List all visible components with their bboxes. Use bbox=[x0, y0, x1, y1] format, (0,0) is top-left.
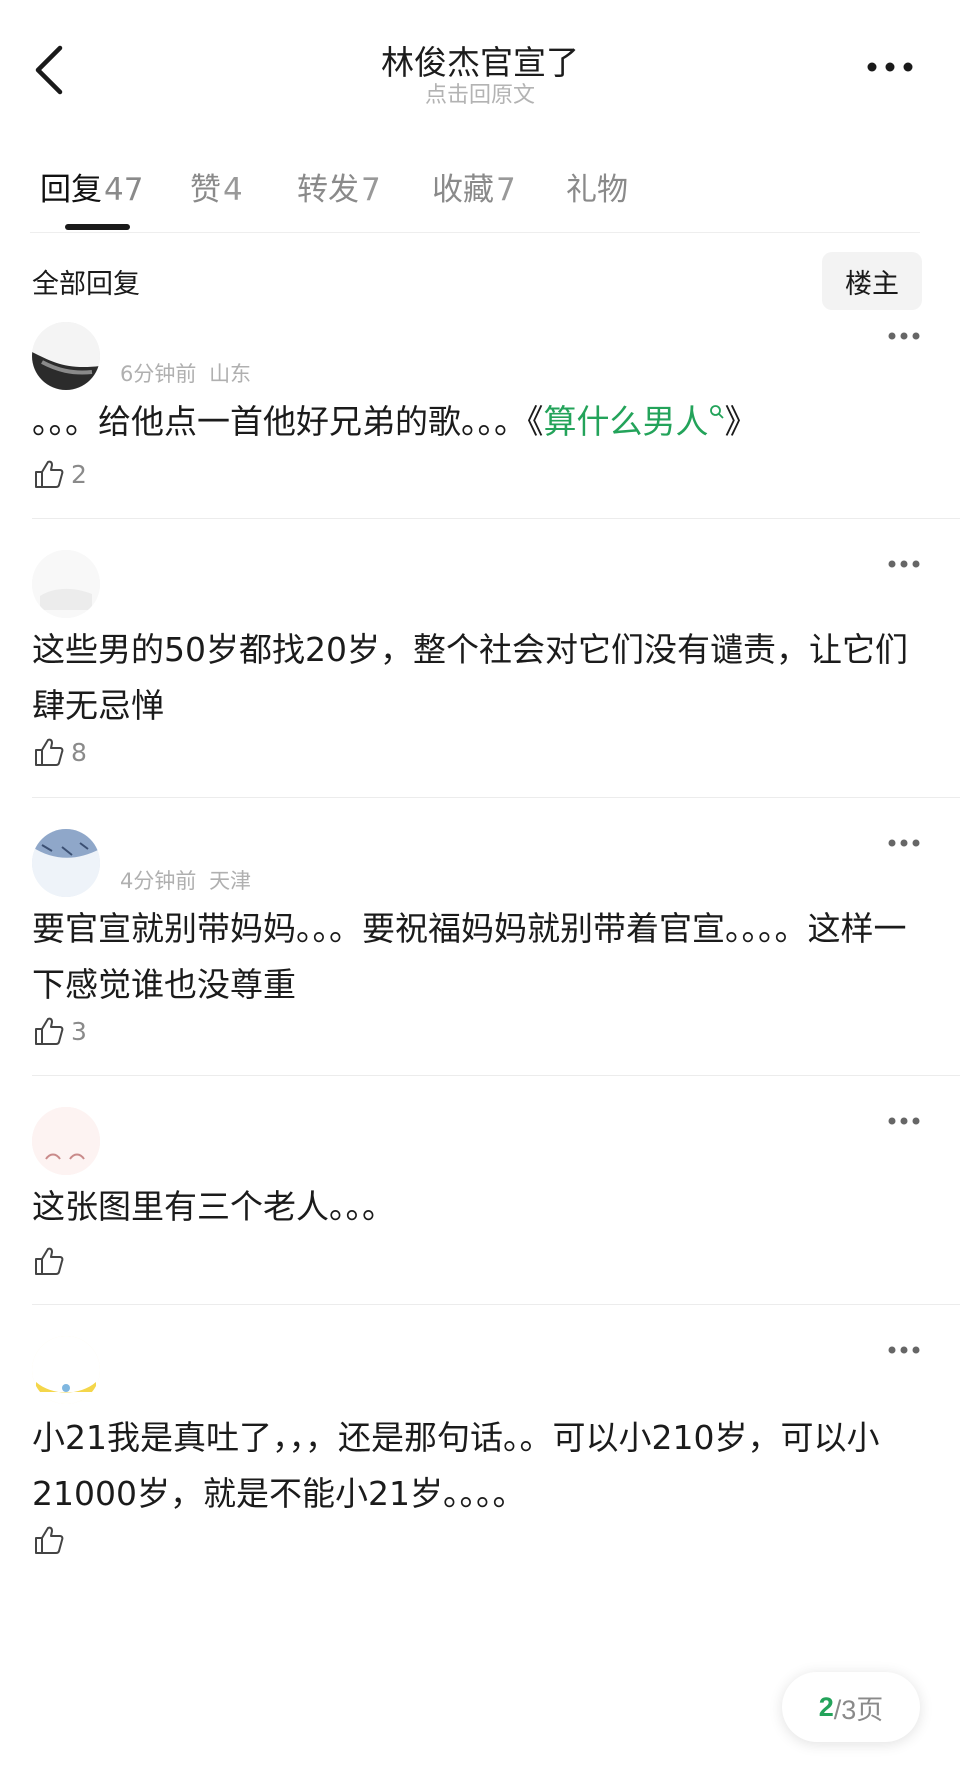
tab-count: 4 bbox=[223, 172, 243, 208]
comment-text[interactable]: 这张图里有三个老人。。。 bbox=[32, 1179, 912, 1235]
thumbs-up-icon bbox=[35, 1526, 64, 1554]
comment-more-icon[interactable] bbox=[886, 330, 922, 342]
comment-meta: 4分钟前 天津 bbox=[120, 865, 251, 895]
comment-time: 6分钟前 bbox=[120, 362, 197, 386]
comment-location: 山东 bbox=[209, 362, 252, 386]
tab-likes[interactable]: 赞4 bbox=[190, 164, 243, 209]
tab-count: 47 bbox=[104, 172, 144, 208]
comment-text[interactable]: 。。。给他点一首他好兄弟的歌。。。《算什么男人》 bbox=[32, 394, 912, 450]
comment-text-after: 》 bbox=[724, 402, 758, 441]
like-button[interactable] bbox=[33, 1243, 71, 1279]
comment-location: 天津 bbox=[209, 869, 252, 893]
like-count: 2 bbox=[71, 459, 87, 489]
comment-item: 4分钟前 天津 要官宣就别带妈妈。。。要祝福妈妈就别带着官宣。。。。这样一下感觉… bbox=[0, 829, 960, 1075]
thumbs-up-icon bbox=[35, 460, 64, 488]
active-tab-indicator bbox=[65, 224, 130, 230]
avatar-image-icon bbox=[32, 1107, 100, 1175]
comment-divider bbox=[32, 518, 960, 519]
comment-text[interactable]: 小21我是真吐了，，，还是那句话。。可以小210岁，可以小21000岁，就是不能… bbox=[32, 1410, 912, 1522]
thumbs-up-icon bbox=[35, 1247, 64, 1275]
comment-divider bbox=[32, 1304, 960, 1305]
tab-count: 7 bbox=[361, 172, 381, 208]
top-bar: 林俊杰官宣了 点击回原文 bbox=[0, 0, 960, 140]
comment-item: 这些男的50岁都找20岁，整个社会对它们没有谴责，让它们肆无忌惮 8 bbox=[0, 550, 960, 796]
tab-bar: 回复47 赞4 转发7 收藏7 礼物 bbox=[30, 160, 920, 233]
like-count: 3 bbox=[71, 1016, 87, 1046]
avatar[interactable] bbox=[32, 1336, 100, 1404]
all-replies-filter[interactable]: 全部回复 bbox=[32, 262, 140, 301]
op-only-button[interactable]: 楼主 bbox=[822, 252, 922, 310]
comment-text[interactable]: 要官宣就别带妈妈。。。要祝福妈妈就别带着官宣。。。。这样一下感觉谁也没尊重 bbox=[32, 901, 912, 1013]
thumbs-up-icon bbox=[35, 738, 64, 766]
comment-more-icon[interactable] bbox=[886, 837, 922, 849]
comment-text-before: 。。。给他点一首他好兄弟的歌。。。《 bbox=[32, 402, 544, 441]
avatar-image-icon bbox=[32, 550, 100, 618]
tab-reposts[interactable]: 转发7 bbox=[297, 164, 381, 209]
tab-label: 收藏 bbox=[432, 172, 494, 208]
tab-label: 回复 bbox=[40, 172, 102, 208]
more-options-icon[interactable] bbox=[860, 55, 920, 79]
current-page: 2 bbox=[818, 1691, 834, 1722]
back-to-original-link[interactable]: 点击回原文 bbox=[0, 77, 960, 109]
page-indicator-button[interactable]: 2/3页 bbox=[782, 1672, 920, 1742]
thumbs-up-icon bbox=[35, 1017, 64, 1045]
song-search-link[interactable]: 算什么男人 bbox=[544, 402, 725, 441]
comment-meta: 6分钟前 山东 bbox=[120, 358, 251, 388]
tab-label: 礼物 bbox=[566, 172, 628, 208]
comment-more-icon[interactable] bbox=[886, 1115, 922, 1127]
total-pages: /3页 bbox=[833, 1694, 884, 1725]
comment-time: 4分钟前 bbox=[120, 869, 197, 893]
comment-more-icon[interactable] bbox=[886, 1344, 922, 1356]
avatar[interactable] bbox=[32, 550, 100, 618]
avatar-image-icon bbox=[32, 829, 100, 897]
tab-replies[interactable]: 回复47 bbox=[40, 164, 143, 209]
tab-count: 7 bbox=[496, 172, 516, 208]
comment-item: 这张图里有三个老人。。。 bbox=[0, 1107, 960, 1303]
song-link-label: 算什么男人 bbox=[543, 402, 709, 441]
like-button[interactable] bbox=[33, 1522, 71, 1558]
avatar[interactable] bbox=[32, 322, 100, 390]
tab-gifts[interactable]: 礼物 bbox=[566, 164, 630, 209]
comment-text[interactable]: 这些男的50岁都找20岁，整个社会对它们没有谴责，让它们肆无忌惮 bbox=[32, 622, 912, 734]
like-button[interactable]: 3 bbox=[33, 1013, 87, 1049]
tab-label: 赞 bbox=[190, 172, 221, 208]
search-icon bbox=[709, 405, 724, 419]
comment-divider bbox=[32, 1075, 960, 1076]
like-count: 8 bbox=[71, 737, 87, 767]
avatar[interactable] bbox=[32, 829, 100, 897]
like-button[interactable]: 2 bbox=[33, 456, 87, 492]
tab-label: 转发 bbox=[297, 172, 359, 208]
avatar-image-icon bbox=[32, 322, 100, 390]
avatar[interactable] bbox=[32, 1107, 100, 1175]
avatar-image-icon bbox=[32, 1336, 100, 1404]
comment-more-icon[interactable] bbox=[886, 558, 922, 570]
tab-favorites[interactable]: 收藏7 bbox=[432, 164, 516, 209]
comment-divider bbox=[32, 797, 960, 798]
like-button[interactable]: 8 bbox=[33, 734, 87, 770]
comment-item: 6分钟前 山东 。。。给他点一首他好兄弟的歌。。。《算什么男人》 2 bbox=[0, 322, 960, 518]
